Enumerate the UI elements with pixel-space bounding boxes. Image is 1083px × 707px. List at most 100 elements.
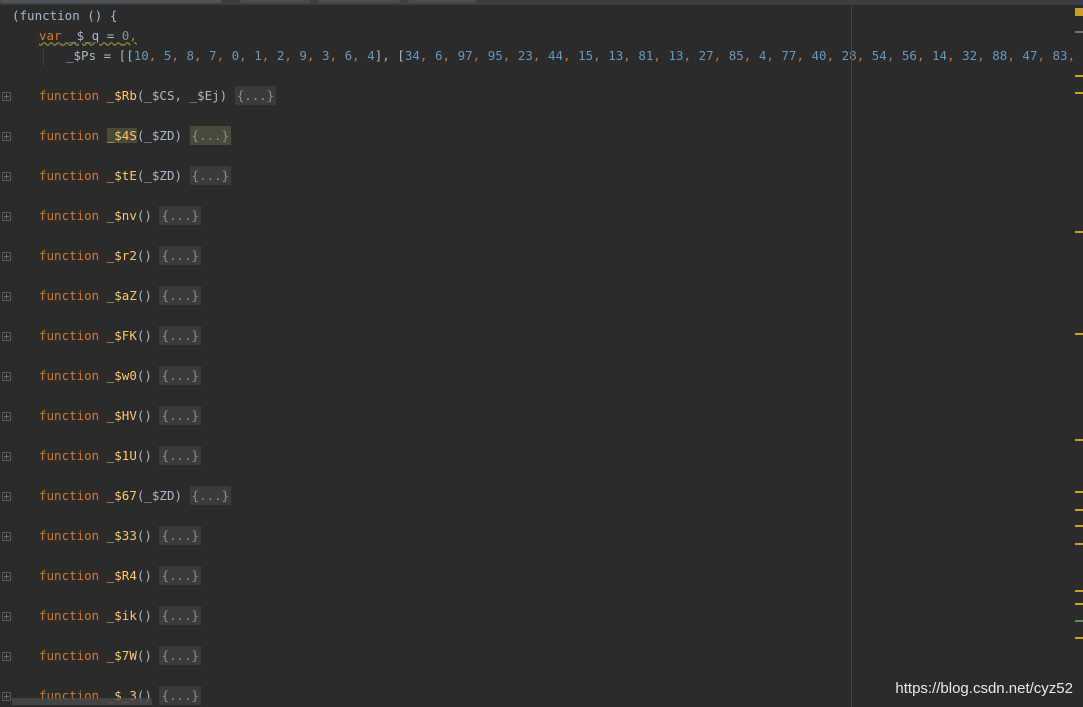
fold-expand-icon[interactable] (2, 92, 11, 101)
editor-tab[interactable] (407, 0, 477, 3)
error-stripe[interactable] (1075, 6, 1083, 707)
folded-body[interactable]: {...} (159, 206, 202, 225)
function-name[interactable]: _$FK (107, 328, 137, 343)
editor-tab[interactable] (318, 0, 400, 3)
horizontal-scrollbar[interactable] (12, 698, 152, 705)
function-name[interactable]: _$HV (107, 408, 137, 423)
stripe-marker[interactable] (1075, 637, 1083, 639)
array-number: 83 (1052, 48, 1068, 63)
function-params: (_$ZD) (136, 168, 183, 183)
code-line-ps: _$Ps = [[10, 5, 8, 7, 0, 1, 2, 9, 3, 6, … (66, 48, 1075, 63)
function-declaration: function _$67(_$ZD) {...} (39, 486, 232, 506)
function-name[interactable]: _$Rb (107, 88, 137, 103)
folded-body[interactable]: {...} (189, 166, 232, 185)
fold-expand-icon[interactable] (2, 372, 11, 381)
function-keyword: function (39, 448, 100, 463)
editor-tab[interactable] (0, 0, 222, 3)
folded-body[interactable]: {...} (159, 366, 202, 385)
fold-expand-icon[interactable] (2, 172, 11, 181)
folded-body[interactable]: {...} (159, 566, 202, 585)
array-number: 13 (668, 48, 684, 63)
stripe-marker[interactable] (1075, 603, 1083, 605)
function-name[interactable]: _$33 (107, 528, 137, 543)
function-name[interactable]: _$ik (107, 608, 137, 623)
function-keyword: function (39, 408, 100, 423)
folded-body[interactable]: {...} (159, 446, 202, 465)
function-keyword: function (39, 248, 100, 263)
array-number: 77 (781, 48, 797, 63)
fold-expand-icon[interactable] (2, 252, 11, 261)
function-declaration: function _$tE(_$ZD) {...} (39, 166, 232, 186)
function-declaration: function _$FK() {...} (39, 326, 202, 346)
array-number: 23 (517, 48, 533, 63)
stripe-marker[interactable] (1075, 439, 1083, 441)
folded-body[interactable]: {...} (189, 126, 232, 145)
function-name[interactable]: _$R4 (107, 568, 137, 583)
array-number: 6 (344, 48, 353, 63)
fold-expand-icon[interactable] (2, 452, 11, 461)
folded-body[interactable]: {...} (159, 606, 202, 625)
fold-expand-icon[interactable] (2, 572, 11, 581)
folded-body[interactable]: {...} (234, 86, 277, 105)
stripe-marker[interactable] (1075, 590, 1083, 592)
stripe-marker[interactable] (1075, 231, 1083, 233)
var-equals: = (99, 28, 122, 43)
code-line-var: var _$_q = 0, (39, 28, 137, 43)
function-name[interactable]: _$tE (107, 168, 137, 183)
array-number: 54 (871, 48, 887, 63)
function-name[interactable]: _$67 (107, 488, 137, 503)
folded-body[interactable]: {...} (159, 646, 202, 665)
array-number: 9 (299, 48, 307, 63)
array-number: 27 (698, 48, 714, 63)
folded-body[interactable]: {...} (159, 526, 202, 545)
folded-body[interactable]: {...} (159, 326, 202, 345)
function-name[interactable]: _$4S (106, 128, 137, 143)
fold-expand-icon[interactable] (2, 332, 11, 341)
function-name[interactable]: _$1U (107, 448, 137, 463)
fold-expand-icon[interactable] (2, 132, 11, 141)
function-declaration: function _$Rb(_$CS, _$Ej) {...} (39, 86, 277, 106)
stripe-marker[interactable] (1075, 491, 1083, 493)
stripe-marker[interactable] (1075, 75, 1083, 77)
function-keyword: function (39, 288, 100, 303)
function-params: () (136, 568, 152, 583)
stripe-marker[interactable] (1075, 543, 1083, 545)
fold-expand-icon[interactable] (2, 492, 11, 501)
fold-expand-icon[interactable] (2, 412, 11, 421)
ps-name: _$Ps = [[ (66, 48, 134, 63)
stripe-marker[interactable] (1075, 92, 1083, 94)
function-name[interactable]: _$nv (107, 208, 137, 223)
stripe-marker[interactable] (1075, 31, 1083, 33)
function-name[interactable]: _$w0 (107, 368, 137, 383)
code-editor[interactable]: (function () { var _$_q = 0, _$Ps = [[10… (0, 6, 1075, 707)
function-params: () (136, 448, 152, 463)
folded-body[interactable]: {...} (189, 486, 232, 505)
inspection-status-icon[interactable] (1075, 8, 1083, 16)
folded-body[interactable]: {...} (159, 286, 202, 305)
function-declaration: function _$33() {...} (39, 526, 202, 546)
fold-expand-icon[interactable] (2, 652, 11, 661)
function-keyword: function (39, 168, 100, 183)
fold-expand-icon[interactable] (2, 532, 11, 541)
stripe-marker[interactable] (1075, 620, 1083, 622)
fold-expand-icon[interactable] (2, 212, 11, 221)
function-name[interactable]: _$7W (107, 648, 137, 663)
function-params: (_$CS, _$Ej) (136, 88, 228, 103)
folded-body[interactable]: {...} (159, 406, 202, 425)
editor-tab[interactable] (240, 0, 310, 3)
function-keyword: function (39, 128, 100, 143)
array-number: 44 (547, 48, 563, 63)
function-name[interactable]: _$aZ (107, 288, 137, 303)
folded-body[interactable]: {...} (159, 686, 202, 705)
fold-expand-icon[interactable] (2, 692, 11, 701)
function-name[interactable]: _$r2 (107, 248, 137, 263)
folded-body[interactable]: {...} (159, 246, 202, 265)
stripe-marker[interactable] (1075, 333, 1083, 335)
fold-expand-icon[interactable] (2, 292, 11, 301)
stripe-marker[interactable] (1075, 525, 1083, 527)
fold-expand-icon[interactable] (2, 612, 11, 621)
array-number: 3 (322, 48, 330, 63)
function-params: () (136, 408, 152, 423)
array-number: 85 (728, 48, 744, 63)
stripe-marker[interactable] (1075, 509, 1083, 511)
